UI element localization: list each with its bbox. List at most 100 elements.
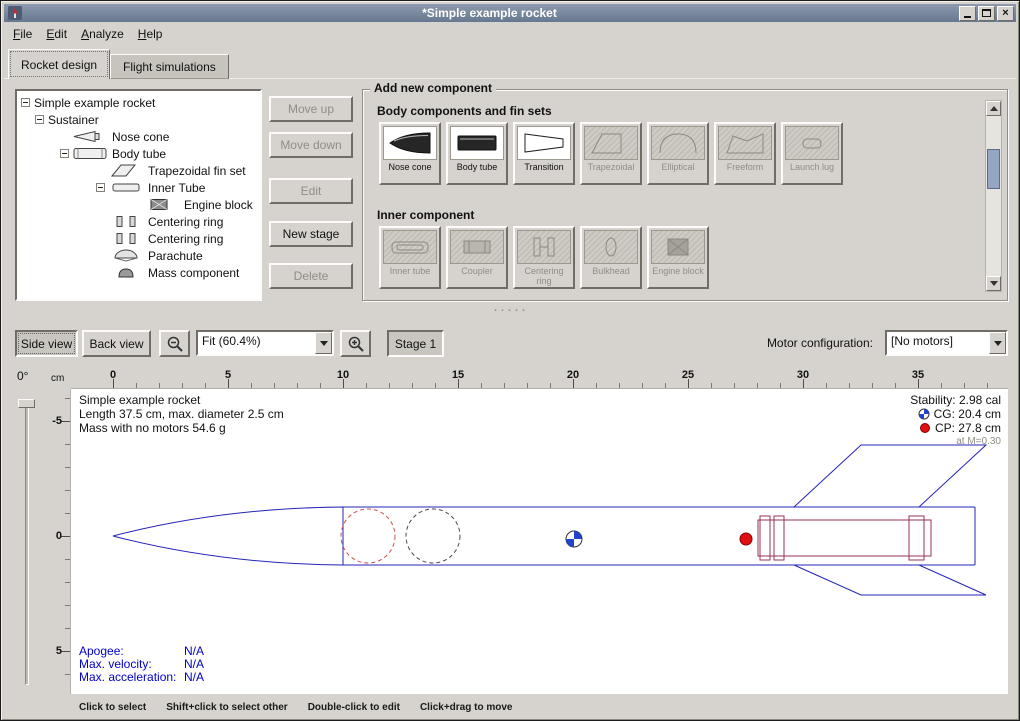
minimize-button[interactable]	[959, 6, 976, 21]
tree-item-sustainer[interactable]: Sustainer	[17, 111, 260, 128]
coupler-icon	[450, 230, 504, 264]
tree-item-label: Sustainer	[48, 113, 99, 127]
zoom-in-button[interactable]	[340, 330, 371, 357]
rotation-value: 0°	[17, 369, 28, 383]
move-up-button[interactable]: Move up	[269, 96, 353, 122]
collapse-icon[interactable]	[96, 183, 105, 192]
motor-dropdown-button[interactable]	[989, 332, 1006, 354]
back-view-button[interactable]: Back view	[82, 330, 151, 357]
tree-item-fin-set[interactable]: Trapezoidal fin set	[17, 162, 260, 179]
inner-tube-icon	[383, 230, 437, 264]
tab-flight-simulations[interactable]: Flight simulations	[110, 54, 229, 79]
stability-legend: Stability: 2.98 cal CG: 20.4 cm CP: 27.8…	[910, 393, 1001, 449]
zoom-dropdown-button[interactable]	[315, 332, 332, 354]
splitter-handle[interactable]	[1, 305, 1019, 319]
mass-component-shape[interactable]	[406, 509, 460, 563]
tree-item-centering-ring-2[interactable]: Centering ring	[17, 230, 260, 247]
add-elliptical-fin-button[interactable]: Elliptical	[647, 122, 709, 185]
close-button[interactable]: ×	[997, 6, 1014, 21]
v-ruler-label: 5	[44, 645, 62, 657]
menu-analyze[interactable]: Analyze	[75, 25, 132, 43]
stage-1-toggle[interactable]: Stage 1	[387, 330, 444, 357]
component-button-label: Elliptical	[661, 162, 694, 172]
edit-button[interactable]: Edit	[269, 178, 353, 204]
mass-component-icon	[109, 266, 143, 279]
rotation-slider[interactable]	[25, 403, 29, 685]
tree-item-centering-ring-1[interactable]: Centering ring	[17, 213, 260, 230]
add-centering-ring-button[interactable]: Centering ring	[513, 226, 575, 289]
parachute-shape[interactable]	[341, 509, 395, 563]
collapse-icon[interactable]	[35, 115, 44, 124]
tree-item-engine-block[interactable]: Engine block	[17, 196, 260, 213]
hint-click-drag: Click+drag to move	[420, 702, 513, 713]
scroll-up-button[interactable]	[986, 101, 1001, 116]
vertical-ruler: -5 0 5	[45, 389, 71, 694]
maximize-button[interactable]	[978, 6, 995, 21]
collapse-icon[interactable]	[60, 149, 69, 158]
zoom-select[interactable]: Fit (60.4%)	[196, 330, 334, 356]
zoom-out-button[interactable]	[159, 330, 190, 357]
tree-item-label: Simple example rocket	[34, 96, 155, 110]
motor-configuration-select[interactable]: [No motors]	[885, 330, 1008, 356]
cg-icon	[918, 408, 930, 420]
menu-edit[interactable]: Edit	[40, 25, 75, 43]
h-ruler-label: 25	[676, 369, 700, 381]
add-inner-tube-button[interactable]: Inner tube	[379, 226, 441, 289]
engine-block-icon	[651, 230, 705, 264]
tree-item-nose-cone[interactable]: Nose cone	[17, 128, 260, 145]
h-ruler-label: 0	[101, 369, 125, 381]
menu-help[interactable]: Help	[132, 25, 171, 43]
add-bulkhead-button[interactable]: Bulkhead	[580, 226, 642, 289]
motor-configuration-label: Motor configuration:	[767, 336, 873, 350]
window-title: *Simple example rocket	[22, 6, 957, 20]
cp-icon	[919, 422, 931, 434]
fin-set-icon	[109, 164, 143, 177]
nose-cone-shape[interactable]	[113, 507, 343, 565]
add-coupler-button[interactable]: Coupler	[446, 226, 508, 289]
component-scrollbar[interactable]	[985, 100, 1002, 292]
tab-bar: Rocket design Flight simulations	[8, 49, 229, 79]
new-stage-button[interactable]: New stage	[269, 221, 353, 247]
scroll-down-button[interactable]	[986, 276, 1001, 291]
add-engine-block-button[interactable]: Engine block	[647, 226, 709, 289]
tab-rocket-design[interactable]: Rocket design	[8, 49, 110, 79]
tree-item-body-tube[interactable]: Body tube	[17, 145, 260, 162]
inner-component-row: Inner tube Coupler Centering ring Bulkhe…	[379, 226, 709, 289]
rocket-canvas[interactable]: Simple example rocket Length 37.5 cm, ma…	[71, 389, 1008, 694]
delete-button[interactable]: Delete	[269, 263, 353, 289]
scrollbar-thumb[interactable]	[987, 149, 1000, 189]
add-body-tube-button[interactable]: Body tube	[446, 122, 508, 185]
nose-cone-icon	[383, 126, 437, 160]
hint-double-click: Double-click to edit	[308, 702, 400, 713]
centering-ring-icon	[109, 215, 143, 228]
horizontal-ruler: 0 5 10 15 20 25 30 35	[71, 368, 1008, 389]
menu-file[interactable]: File	[7, 25, 40, 43]
h-ruler-label: 30	[791, 369, 815, 381]
centering-ring-shape[interactable]	[760, 516, 770, 560]
zoom-in-icon	[347, 335, 365, 353]
parachute-icon	[109, 249, 143, 262]
chevron-down-icon	[320, 341, 328, 346]
tree-item-inner-tube[interactable]: Inner Tube	[17, 179, 260, 196]
tree-item-rocket[interactable]: Simple example rocket	[17, 94, 260, 111]
tree-item-parachute[interactable]: Parachute	[17, 247, 260, 264]
centering-ring-icon	[517, 230, 571, 264]
titlebar[interactable]: *Simple example rocket ×	[4, 4, 1016, 22]
add-freeform-fin-button[interactable]: Freeform	[714, 122, 776, 185]
collapse-icon[interactable]	[21, 98, 30, 107]
fin-bottom-shape[interactable]	[794, 565, 986, 595]
engine-block-shape[interactable]	[909, 516, 924, 560]
move-down-button[interactable]: Move down	[269, 132, 353, 158]
centering-ring-shape[interactable]	[774, 516, 784, 560]
add-nose-cone-button[interactable]: Nose cone	[379, 122, 441, 185]
tree-item-mass-component[interactable]: Mass component	[17, 264, 260, 281]
fin-top-shape[interactable]	[794, 445, 986, 507]
component-tree[interactable]: Simple example rocket Sustainer Nose con…	[15, 89, 262, 301]
add-launch-lug-button[interactable]: Launch lug	[781, 122, 843, 185]
add-transition-button[interactable]: Transition	[513, 122, 575, 185]
group-title: Add new component	[370, 81, 496, 95]
rotation-slider-thumb[interactable]	[18, 399, 35, 408]
side-view-button[interactable]: Side view	[15, 330, 78, 357]
tree-item-label: Mass component	[148, 266, 239, 280]
add-trapezoidal-fin-button[interactable]: Trapezoidal	[580, 122, 642, 185]
